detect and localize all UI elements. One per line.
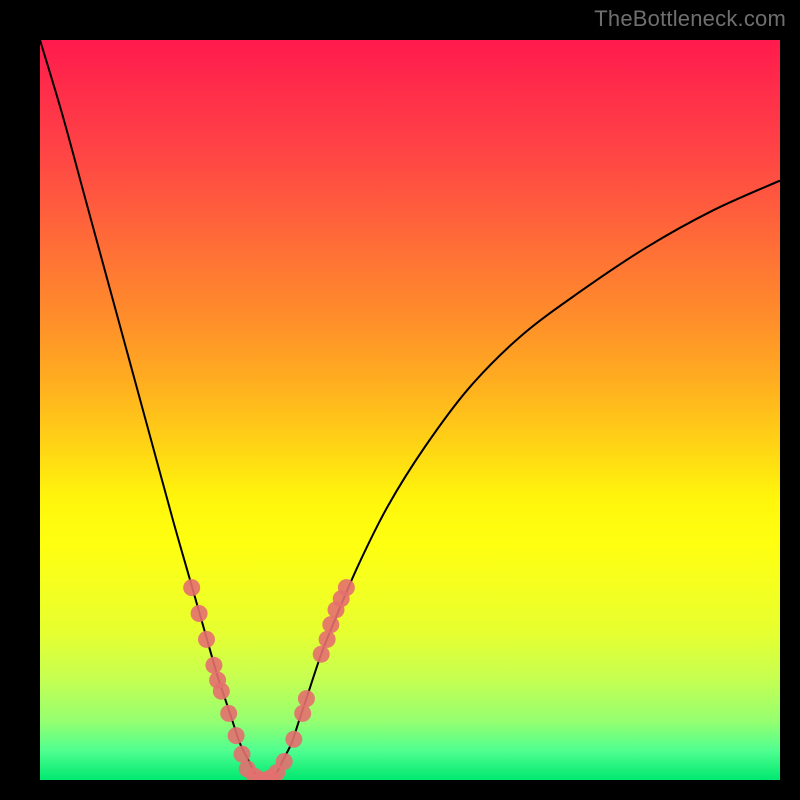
data-marker bbox=[205, 657, 222, 674]
data-marker bbox=[228, 727, 245, 744]
data-marker bbox=[234, 746, 251, 763]
chart-frame: TheBottleneck.com bbox=[0, 0, 800, 800]
bottleneck-curve bbox=[40, 40, 780, 780]
data-marker bbox=[319, 631, 336, 648]
data-marker bbox=[183, 579, 200, 596]
data-marker bbox=[322, 616, 339, 633]
data-marker bbox=[294, 705, 311, 722]
data-marker bbox=[198, 631, 215, 648]
data-marker bbox=[213, 683, 230, 700]
data-marker bbox=[313, 646, 330, 663]
data-marker bbox=[285, 731, 302, 748]
data-marker bbox=[276, 753, 293, 770]
watermark-label: TheBottleneck.com bbox=[594, 6, 786, 32]
plot-area bbox=[40, 40, 780, 780]
data-marker bbox=[220, 705, 237, 722]
data-marker bbox=[191, 605, 208, 622]
data-marker bbox=[298, 690, 315, 707]
marker-group bbox=[183, 579, 355, 780]
chart-svg bbox=[40, 40, 780, 780]
data-marker bbox=[338, 579, 355, 596]
